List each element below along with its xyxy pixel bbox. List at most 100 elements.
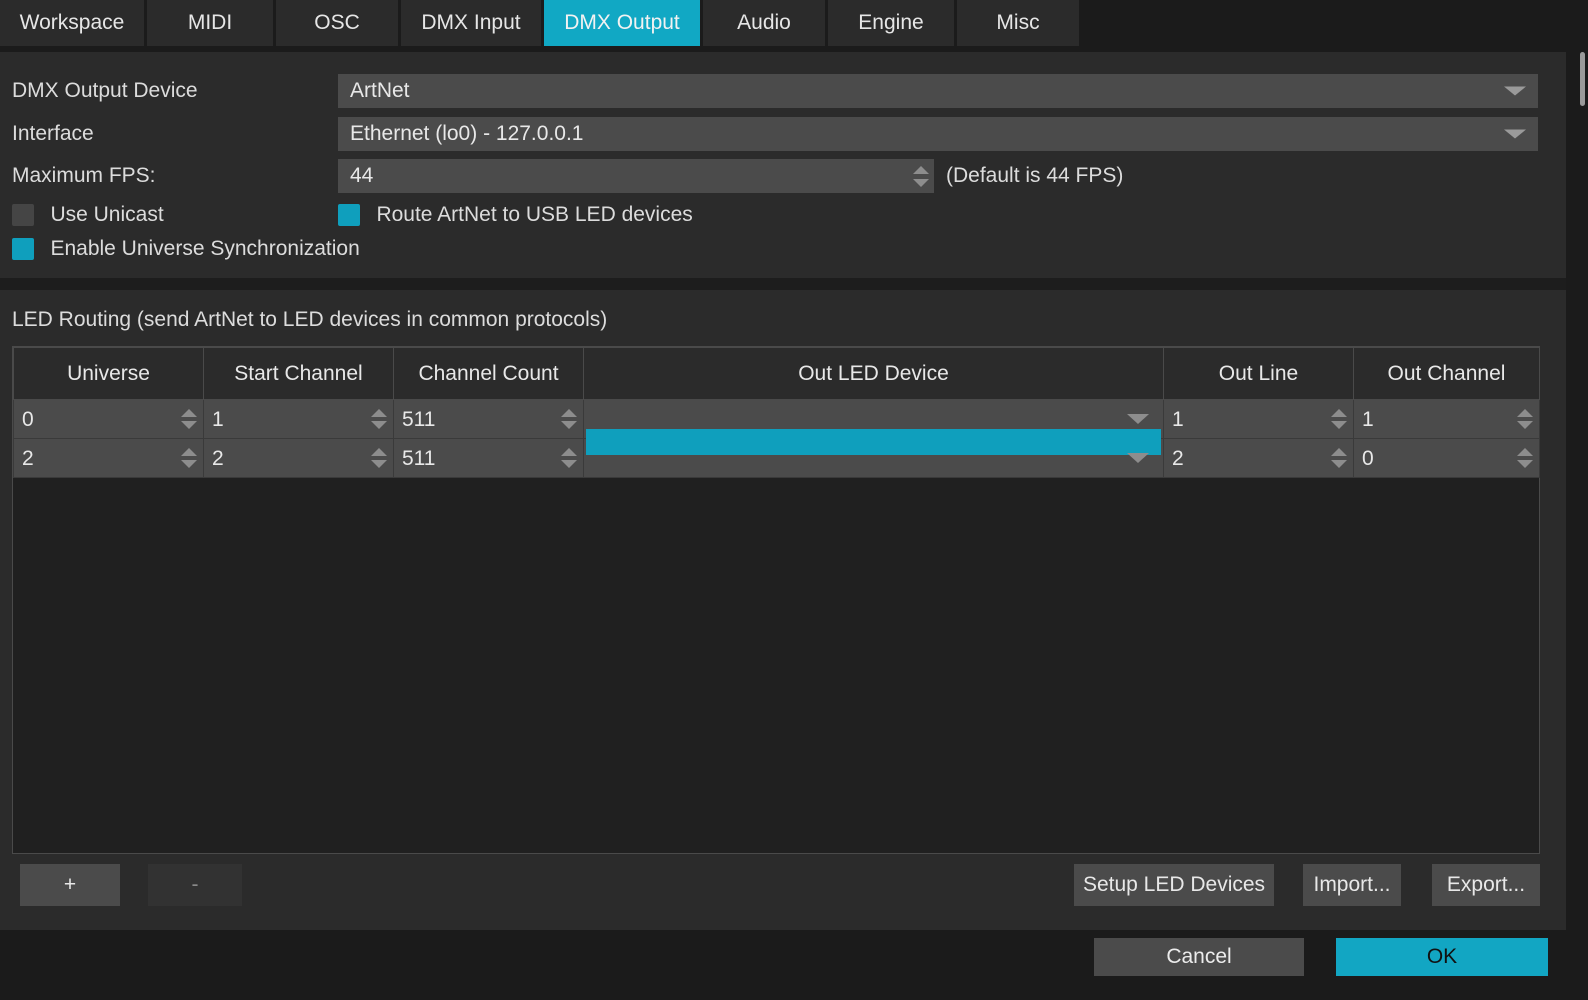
dmx-output-panel: DMX Output Device ArtNet Interface Ether… bbox=[0, 52, 1566, 930]
stepper-down-icon[interactable] bbox=[1331, 460, 1347, 468]
cell-universe[interactable]: 2 bbox=[13, 438, 204, 478]
column-header-out-channel[interactable]: Out Channel bbox=[1353, 347, 1540, 400]
stepper-up-icon[interactable] bbox=[913, 165, 929, 174]
cell-channel-count[interactable]: 511 bbox=[393, 399, 584, 439]
out-line-stepper[interactable] bbox=[1331, 409, 1347, 429]
column-header-out-line[interactable]: Out Line bbox=[1163, 347, 1354, 400]
stepper-up-icon[interactable] bbox=[371, 448, 387, 456]
stepper-up-icon[interactable] bbox=[561, 448, 577, 456]
cell-channel-count-value: 511 bbox=[402, 446, 436, 470]
interface-dropdown[interactable]: Ethernet (lo0) - 127.0.0.1 bbox=[338, 117, 1538, 151]
cell-channel-count-value: 511 bbox=[402, 407, 436, 431]
cancel-button[interactable]: Cancel bbox=[1094, 938, 1304, 976]
stepper-down-icon[interactable] bbox=[371, 460, 387, 468]
stepper-down-icon[interactable] bbox=[561, 421, 577, 429]
tab-audio[interactable]: Audio bbox=[703, 0, 825, 46]
section-divider bbox=[0, 278, 1566, 290]
cell-start-channel-value: 1 bbox=[212, 407, 224, 431]
stepper-up-icon[interactable] bbox=[1331, 409, 1347, 417]
channel-count-stepper[interactable] bbox=[561, 448, 577, 468]
interface-row: Interface Ethernet (lo0) - 127.0.0.1 bbox=[0, 117, 1566, 151]
channel-count-stepper[interactable] bbox=[561, 409, 577, 429]
stepper-up-icon[interactable] bbox=[371, 409, 387, 417]
dialog-footer: Cancel OK bbox=[0, 930, 1588, 986]
vertical-scrollbar-thumb[interactable] bbox=[1580, 52, 1585, 106]
vertical-scrollbar-track[interactable] bbox=[1578, 0, 1588, 1000]
maximum-fps-input[interactable]: 44 bbox=[338, 159, 934, 193]
dmx-output-device-row: DMX Output Device ArtNet bbox=[0, 74, 1566, 108]
stepper-down-icon[interactable] bbox=[181, 421, 197, 429]
use-unicast-checkbox[interactable] bbox=[12, 204, 34, 226]
column-header-channel-count[interactable]: Channel Count bbox=[393, 347, 584, 400]
out-led-device-selection-highlight bbox=[586, 429, 1161, 455]
start-channel-stepper[interactable] bbox=[371, 409, 387, 429]
column-header-start-channel[interactable]: Start Channel bbox=[203, 347, 394, 400]
universe-sync-checkbox-row[interactable]: Enable Universe Synchronization bbox=[12, 237, 360, 263]
cell-out-line[interactable]: 2 bbox=[1163, 438, 1354, 478]
stepper-down-icon[interactable] bbox=[1517, 460, 1533, 468]
stepper-down-icon[interactable] bbox=[181, 460, 197, 468]
table-row[interactable]: 2 2 511 2 0 bbox=[13, 429, 1540, 478]
cell-universe-value: 2 bbox=[22, 446, 34, 470]
universe-stepper[interactable] bbox=[181, 448, 197, 468]
stepper-up-icon[interactable] bbox=[181, 448, 197, 456]
universe-stepper[interactable] bbox=[181, 409, 197, 429]
tab-midi[interactable]: MIDI bbox=[147, 0, 273, 46]
cell-universe-value: 0 bbox=[22, 407, 34, 431]
cell-universe[interactable]: 0 bbox=[13, 399, 204, 439]
tab-dmx-input[interactable]: DMX Input bbox=[401, 0, 541, 46]
output-settings-form: DMX Output Device ArtNet Interface Ether… bbox=[0, 52, 1566, 268]
export-button[interactable]: Export... bbox=[1432, 864, 1540, 906]
cell-start-channel[interactable]: 1 bbox=[203, 399, 394, 439]
stepper-up-icon[interactable] bbox=[1517, 409, 1533, 417]
stepper-up-icon[interactable] bbox=[1517, 448, 1533, 456]
led-routing-title: LED Routing (send ArtNet to LED devices … bbox=[12, 308, 608, 331]
remove-routing-row-button[interactable]: - bbox=[148, 864, 242, 906]
route-artnet-checkbox[interactable] bbox=[338, 204, 360, 226]
out-line-stepper[interactable] bbox=[1331, 448, 1347, 468]
stepper-down-icon[interactable] bbox=[561, 460, 577, 468]
cell-out-channel[interactable]: 0 bbox=[1353, 438, 1540, 478]
tab-engine[interactable]: Engine bbox=[828, 0, 954, 46]
dmx-output-device-dropdown[interactable]: ArtNet bbox=[338, 74, 1538, 108]
cell-start-channel-value: 2 bbox=[212, 446, 224, 470]
stepper-up-icon[interactable] bbox=[561, 409, 577, 417]
tab-workspace[interactable]: Workspace bbox=[0, 0, 144, 46]
cell-start-channel[interactable]: 2 bbox=[203, 438, 394, 478]
start-channel-stepper[interactable] bbox=[371, 448, 387, 468]
stepper-up-icon[interactable] bbox=[1331, 448, 1347, 456]
cell-channel-count[interactable]: 511 bbox=[393, 438, 584, 478]
cell-out-line[interactable]: 1 bbox=[1163, 399, 1354, 439]
use-unicast-label: Use Unicast bbox=[50, 203, 164, 226]
setup-led-devices-button[interactable]: Setup LED Devices bbox=[1074, 864, 1274, 906]
fps-stepper[interactable] bbox=[913, 162, 929, 190]
use-unicast-checkbox-row[interactable]: Use Unicast bbox=[12, 203, 164, 229]
cell-out-channel-value: 0 bbox=[1362, 446, 1374, 470]
universe-sync-checkbox[interactable] bbox=[12, 238, 34, 260]
chevron-down-icon[interactable] bbox=[1127, 414, 1149, 424]
ok-button[interactable]: OK bbox=[1336, 938, 1548, 976]
stepper-down-icon[interactable] bbox=[913, 178, 929, 187]
stepper-down-icon[interactable] bbox=[1517, 421, 1533, 429]
stepper-up-icon[interactable] bbox=[181, 409, 197, 417]
add-routing-row-button[interactable]: + bbox=[20, 864, 120, 906]
tab-dmx-output[interactable]: DMX Output bbox=[544, 0, 700, 46]
chevron-down-icon bbox=[1504, 129, 1526, 139]
chevron-down-icon[interactable] bbox=[1127, 453, 1149, 463]
chevron-down-icon bbox=[1504, 86, 1526, 96]
led-routing-table-container[interactable]: Universe Start Channel Channel Count Out… bbox=[12, 346, 1540, 854]
out-channel-stepper[interactable] bbox=[1517, 448, 1533, 468]
stepper-down-icon[interactable] bbox=[1331, 421, 1347, 429]
out-channel-stepper[interactable] bbox=[1517, 409, 1533, 429]
cell-out-led-device[interactable] bbox=[583, 429, 1164, 478]
route-artnet-checkbox-row[interactable]: Route ArtNet to USB LED devices bbox=[338, 203, 693, 229]
tab-misc[interactable]: Misc bbox=[957, 0, 1079, 46]
import-button[interactable]: Import... bbox=[1303, 864, 1401, 906]
tab-osc[interactable]: OSC bbox=[276, 0, 398, 46]
column-header-out-led-device[interactable]: Out LED Device bbox=[583, 347, 1164, 400]
cell-out-channel[interactable]: 1 bbox=[1353, 399, 1540, 439]
cell-out-channel-value: 1 bbox=[1362, 407, 1374, 431]
stepper-down-icon[interactable] bbox=[371, 421, 387, 429]
led-routing-table: Universe Start Channel Channel Count Out… bbox=[13, 347, 1540, 478]
column-header-universe[interactable]: Universe bbox=[13, 347, 204, 400]
